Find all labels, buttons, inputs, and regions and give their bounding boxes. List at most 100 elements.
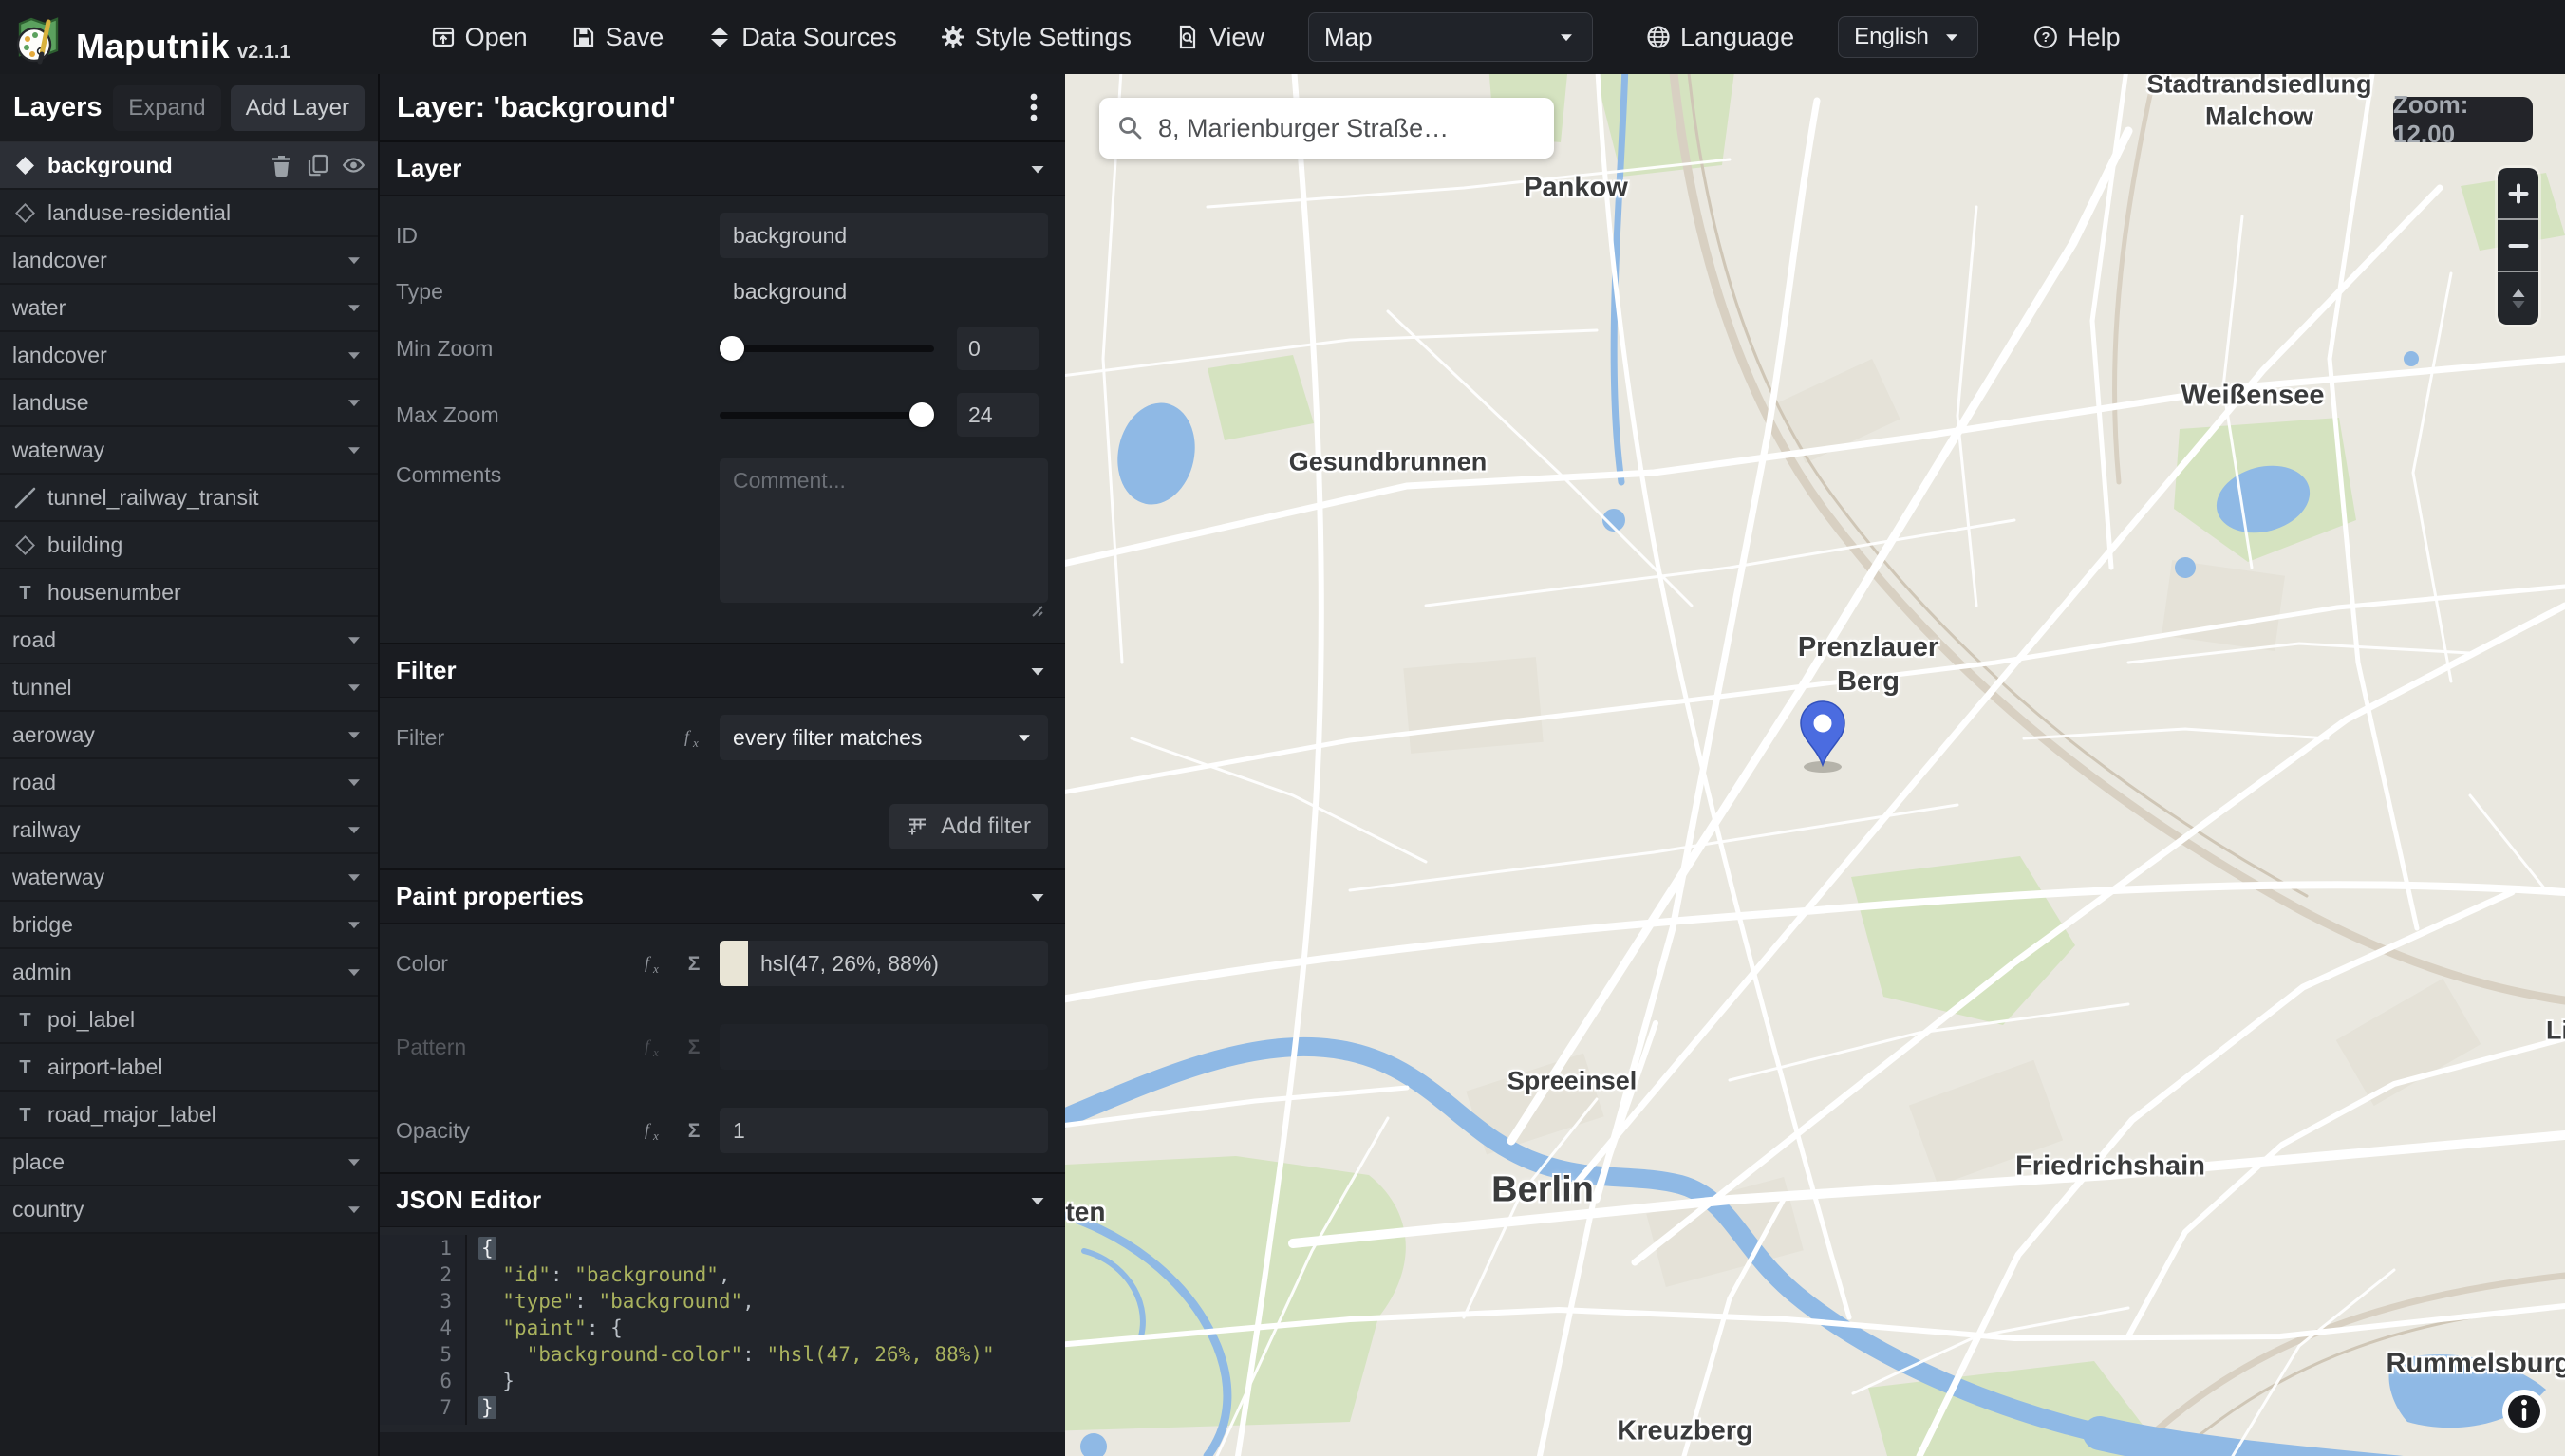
min-zoom-input[interactable] xyxy=(957,327,1039,370)
layer-row-road-major-label[interactable]: Troad_major_label xyxy=(0,1092,378,1139)
brand[interactable]: Maputnik v2.1.1 xyxy=(0,9,290,66)
layer-group-admin[interactable]: admin xyxy=(0,949,378,997)
filter-combinator-select[interactable]: every filter matches xyxy=(720,715,1048,760)
navbar-item-label: Open xyxy=(465,23,528,52)
sigma-icon[interactable]: Σ xyxy=(682,1118,706,1143)
json-code-line: "paint": { xyxy=(478,1315,995,1341)
slider-knob[interactable] xyxy=(720,336,744,361)
layer-group-landcover[interactable]: landcover xyxy=(0,332,378,380)
chevron-down-icon[interactable] xyxy=(344,772,365,793)
layer-group-landuse[interactable]: landuse xyxy=(0,380,378,427)
layer-group-aeroway[interactable]: aeroway xyxy=(0,712,378,759)
layer-label: place xyxy=(12,1149,65,1175)
chevron-down-icon[interactable] xyxy=(344,724,365,745)
view-select[interactable]: Map xyxy=(1308,12,1593,62)
compass-button[interactable] xyxy=(2498,272,2538,325)
visibility-icon[interactable] xyxy=(341,153,366,178)
navbar-item-language[interactable]: Language xyxy=(1646,23,1794,52)
fx-icon[interactable]: fx xyxy=(682,725,706,750)
navbar-item-open[interactable]: Open xyxy=(431,23,528,52)
sigma-icon[interactable]: Σ xyxy=(682,951,706,976)
chevron-down-icon[interactable] xyxy=(344,629,365,650)
chevron-down-icon[interactable] xyxy=(344,1199,365,1220)
navbar-item-save[interactable]: Save xyxy=(571,23,665,52)
section-header-paint[interactable]: Paint properties xyxy=(380,870,1065,924)
layer-group-landcover[interactable]: landcover xyxy=(0,237,378,285)
layer-row-housenumber[interactable]: Thousenumber xyxy=(0,569,378,617)
max-zoom-input[interactable] xyxy=(957,393,1039,437)
zoom-out-button[interactable] xyxy=(2498,220,2538,272)
layer-group-road[interactable]: road xyxy=(0,759,378,807)
layer-label: road xyxy=(12,627,56,653)
svg-text:Σ: Σ xyxy=(688,1036,701,1058)
fx-icon[interactable]: fx xyxy=(642,1118,666,1143)
color-input[interactable]: hsl(47, 26%, 88%) xyxy=(720,941,1048,986)
chevron-down-icon[interactable] xyxy=(344,914,365,935)
min-zoom-slider[interactable] xyxy=(720,326,934,371)
id-input[interactable] xyxy=(720,213,1048,258)
layer-row-tunnel-railway-transit[interactable]: tunnel_railway_transit xyxy=(0,475,378,522)
fx-icon[interactable]: fx xyxy=(642,951,666,976)
svg-text:Σ: Σ xyxy=(688,953,701,975)
section-header-json-editor[interactable]: JSON Editor xyxy=(380,1174,1065,1227)
navbar-item-style-settings[interactable]: Style Settings xyxy=(941,23,1132,52)
layer-group-country[interactable]: country xyxy=(0,1186,378,1234)
chevron-down-icon[interactable] xyxy=(344,297,365,318)
max-zoom-slider[interactable] xyxy=(720,392,934,438)
search-icon xyxy=(1116,114,1145,142)
slider-knob[interactable] xyxy=(909,402,934,427)
layer-label: tunnel xyxy=(12,675,72,700)
paint-section-body: Color fx Σ hsl(47, 26%, 88%) Pattern fx … xyxy=(380,924,1065,1174)
duplicate-icon[interactable] xyxy=(305,153,330,178)
json-code[interactable]: { "id": "background", "type": "backgroun… xyxy=(467,1235,995,1425)
navbar-item-data-sources[interactable]: Data Sources xyxy=(707,23,897,52)
resize-grip-icon xyxy=(1027,601,1044,618)
chevron-down-icon[interactable] xyxy=(344,867,365,887)
layer-group-road[interactable]: road xyxy=(0,617,378,664)
layer-row-poi-label[interactable]: Tpoi_label xyxy=(0,997,378,1044)
layer-group-water[interactable]: water xyxy=(0,285,378,332)
map-canvas[interactable]: Stadtrandsiedlung MalchowPankowWeißensee… xyxy=(1065,74,2565,1456)
add-filter-button[interactable]: Add filter xyxy=(889,804,1048,849)
expand-button[interactable]: Expand xyxy=(113,85,220,131)
layer-group-railway[interactable]: railway xyxy=(0,807,378,854)
add-layer-button[interactable]: Add Layer xyxy=(231,85,365,131)
section-header-layer[interactable]: Layer xyxy=(380,142,1065,196)
navbar-item-view[interactable]: View xyxy=(1175,23,1264,52)
layer-row-background[interactable]: background xyxy=(0,142,378,190)
zoom-in-button[interactable] xyxy=(2498,168,2538,220)
navbar-item-help[interactable]: ? Help xyxy=(2033,23,2121,52)
layer-group-place[interactable]: place xyxy=(0,1139,378,1186)
chevron-down-icon[interactable] xyxy=(344,1151,365,1172)
svg-text:x: x xyxy=(652,1045,659,1059)
layer-row-building[interactable]: building xyxy=(0,522,378,569)
chevron-down-icon[interactable] xyxy=(344,819,365,840)
color-swatch[interactable] xyxy=(720,941,748,986)
map-label-stadtrandsiedlung-malchow: Stadtrandsiedlung Malchow xyxy=(2122,74,2397,133)
map-info-button[interactable] xyxy=(2502,1390,2546,1433)
layer-row-landuse-residential[interactable]: landuse-residential xyxy=(0,190,378,237)
layer-group-waterway[interactable]: waterway xyxy=(0,427,378,475)
pattern-input[interactable] xyxy=(720,1024,1048,1070)
comments-textarea[interactable] xyxy=(720,458,1048,603)
layer-group-waterway[interactable]: waterway xyxy=(0,854,378,902)
chevron-down-icon[interactable] xyxy=(344,677,365,698)
chevron-down-icon[interactable] xyxy=(344,439,365,460)
chevron-down-icon[interactable] xyxy=(344,250,365,271)
filter-combinator-value: every filter matches xyxy=(733,725,922,751)
layer-group-bridge[interactable]: bridge xyxy=(0,902,378,949)
geocoder-search-input[interactable]: 8, Marienburger Straße… xyxy=(1099,98,1554,159)
delete-icon[interactable] xyxy=(269,153,294,178)
section-header-filter[interactable]: Filter xyxy=(380,644,1065,698)
opacity-input[interactable] xyxy=(720,1108,1048,1153)
more-options-icon[interactable] xyxy=(1020,91,1048,123)
json-editor[interactable]: 1234567 { "id": "background", "type": "b… xyxy=(380,1227,1065,1432)
layer-row-airport-label[interactable]: Tairport-label xyxy=(0,1044,378,1092)
location-marker[interactable] xyxy=(1798,700,1847,773)
chevron-down-icon[interactable] xyxy=(344,961,365,982)
layer-group-tunnel[interactable]: tunnel xyxy=(0,664,378,712)
language-select[interactable]: English xyxy=(1838,16,1978,58)
chevron-down-icon[interactable] xyxy=(344,345,365,365)
chevron-down-icon[interactable] xyxy=(344,392,365,413)
navbar-menu: Open Save Data Sources Style Settings xyxy=(431,23,1175,52)
